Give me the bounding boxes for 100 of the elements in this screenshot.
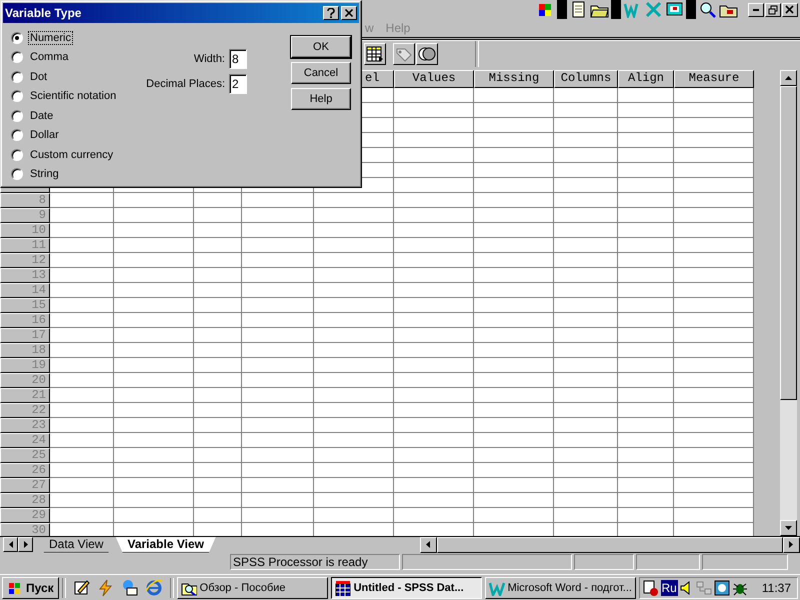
- table-cell[interactable]: [114, 418, 194, 432]
- table-cell[interactable]: [194, 222, 242, 238]
- pencil-document-icon[interactable]: [72, 578, 91, 597]
- table-cell[interactable]: [314, 492, 394, 508]
- table-cell[interactable]: [474, 88, 554, 102]
- table-cell[interactable]: [474, 268, 554, 282]
- table-cell[interactable]: [394, 432, 474, 448]
- table-cell[interactable]: [618, 178, 674, 192]
- table-cell[interactable]: [114, 508, 194, 522]
- table-cell[interactable]: [314, 372, 394, 388]
- close-button[interactable]: [782, 2, 798, 16]
- table-cell[interactable]: [194, 418, 242, 432]
- table-cell[interactable]: [618, 222, 674, 238]
- input-field[interactable]: 8: [229, 49, 247, 69]
- table-cell[interactable]: [674, 418, 754, 432]
- table-cell[interactable]: [242, 492, 314, 508]
- table-cell[interactable]: [242, 432, 314, 448]
- table-cell[interactable]: [674, 432, 754, 448]
- table-cell[interactable]: [474, 208, 554, 222]
- table-cell[interactable]: [194, 238, 242, 252]
- table-cell[interactable]: [194, 208, 242, 222]
- table-cell[interactable]: [618, 118, 674, 132]
- table-cell[interactable]: [314, 448, 394, 462]
- tag-icon-button[interactable]: [393, 43, 415, 66]
- table-cell[interactable]: [114, 358, 194, 372]
- table-cell[interactable]: [194, 298, 242, 312]
- table-cell[interactable]: [242, 312, 314, 328]
- table-cell[interactable]: [618, 102, 674, 118]
- table-cell[interactable]: [114, 342, 194, 358]
- table-cell[interactable]: [474, 448, 554, 462]
- table-cell[interactable]: [394, 372, 474, 388]
- radio-button[interactable]: [11, 110, 23, 122]
- table-cell[interactable]: [618, 492, 674, 508]
- table-cell[interactable]: [394, 448, 474, 462]
- table-cell[interactable]: [474, 148, 554, 162]
- table-cell[interactable]: [242, 238, 314, 252]
- table-cell[interactable]: [394, 358, 474, 372]
- table-cell[interactable]: [314, 432, 394, 448]
- column-header[interactable]: Measure: [674, 70, 754, 88]
- close-button[interactable]: [341, 6, 357, 20]
- radio-button[interactable]: [11, 90, 23, 102]
- table-cell[interactable]: [114, 238, 194, 252]
- table-cell[interactable]: [394, 298, 474, 312]
- table-cell[interactable]: [194, 522, 242, 536]
- table-cell[interactable]: [474, 372, 554, 388]
- table-cell[interactable]: [474, 478, 554, 492]
- table-cell[interactable]: [50, 192, 114, 208]
- table-cell[interactable]: [50, 372, 114, 388]
- table-cell[interactable]: [554, 508, 618, 522]
- table-cell[interactable]: [242, 418, 314, 432]
- table-cell[interactable]: [114, 462, 194, 478]
- taskbar-button[interactable]: Untitled - SPSS Dat...: [330, 576, 482, 599]
- table-cell[interactable]: [114, 432, 194, 448]
- radio-button[interactable]: [11, 51, 23, 64]
- sheet-tab[interactable]: Variable View: [115, 536, 216, 552]
- table-cell[interactable]: [474, 298, 554, 312]
- table-cell[interactable]: [674, 102, 754, 118]
- radio-label[interactable]: Scientific notation: [28, 89, 118, 104]
- table-cell[interactable]: [618, 462, 674, 478]
- windows-logo-icon[interactable]: [539, 4, 551, 16]
- table-cell[interactable]: [314, 238, 394, 252]
- table-cell[interactable]: [194, 192, 242, 208]
- table-cell[interactable]: [314, 252, 394, 268]
- table-cell[interactable]: [554, 192, 618, 208]
- table-cell[interactable]: [242, 462, 314, 478]
- table-cell[interactable]: [314, 462, 394, 478]
- table-cell[interactable]: [394, 268, 474, 282]
- table-cell[interactable]: [314, 418, 394, 432]
- table-cell[interactable]: [114, 522, 194, 536]
- table-cell[interactable]: [618, 162, 674, 178]
- table-cell[interactable]: [194, 282, 242, 298]
- table-cell[interactable]: [50, 252, 114, 268]
- table-cell[interactable]: [394, 478, 474, 492]
- table-cell[interactable]: [474, 238, 554, 252]
- table-cell[interactable]: [314, 192, 394, 208]
- table-cell[interactable]: [474, 418, 554, 432]
- table-cell[interactable]: [194, 252, 242, 268]
- table-cell[interactable]: [474, 102, 554, 118]
- table-cell[interactable]: [554, 312, 618, 328]
- table-cell[interactable]: [554, 462, 618, 478]
- table-cell[interactable]: [674, 132, 754, 148]
- table-cell[interactable]: [674, 358, 754, 372]
- table-cell[interactable]: [474, 222, 554, 238]
- table-cell[interactable]: [554, 118, 618, 132]
- table-cell[interactable]: [242, 448, 314, 462]
- table-cell[interactable]: [114, 448, 194, 462]
- table-cell[interactable]: [618, 148, 674, 162]
- table-cell[interactable]: [554, 372, 618, 388]
- column-header[interactable]: Values: [394, 70, 474, 88]
- table-cell[interactable]: [474, 178, 554, 192]
- table-cell[interactable]: [242, 508, 314, 522]
- table-cell[interactable]: [674, 178, 754, 192]
- radio-label[interactable]: Dot: [28, 70, 50, 84]
- table-cell[interactable]: [674, 192, 754, 208]
- table-cell[interactable]: [474, 132, 554, 148]
- table-cell[interactable]: [674, 372, 754, 388]
- table-cell[interactable]: [394, 388, 474, 402]
- table-cell[interactable]: [554, 208, 618, 222]
- table-cell[interactable]: [242, 298, 314, 312]
- table-cell[interactable]: [618, 88, 674, 102]
